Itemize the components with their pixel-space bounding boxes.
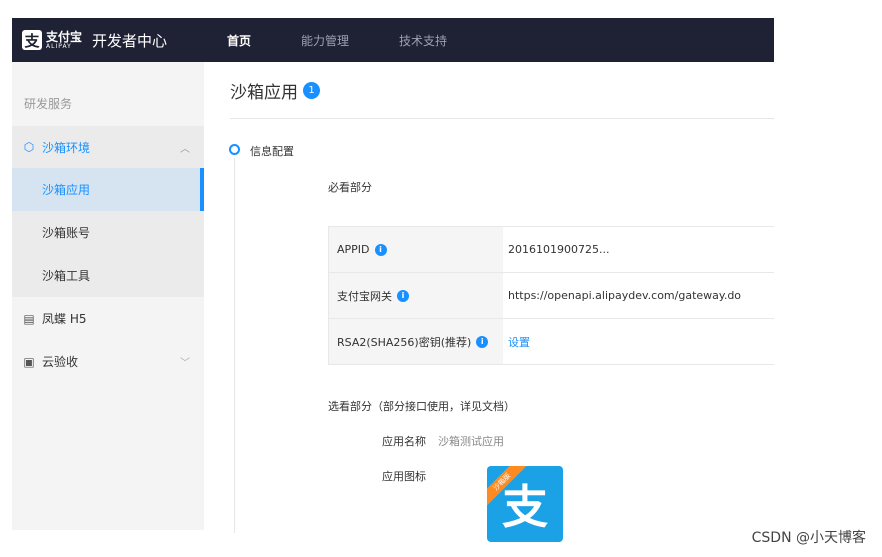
- app-icon-field: 应用图标: [356, 468, 426, 484]
- logo-brand: 支付宝 ALIPAY: [46, 31, 82, 50]
- gateway-value: https://openapi.alipaydev.com/gateway.do: [508, 289, 742, 302]
- nav-item-home[interactable]: 首页: [202, 18, 276, 62]
- step-label: 信息配置: [250, 145, 294, 158]
- main-content: 沙箱应用 1 信息配置 必看部分 APPID i 2016101900725..…: [204, 62, 774, 552]
- layout-icon: ▤: [23, 311, 35, 326]
- sidebar-item-sandbox-account[interactable]: 沙箱账号: [12, 211, 204, 254]
- info-icon[interactable]: i: [397, 289, 409, 302]
- info-key: RSA2(SHA256)密钥(推荐) i: [328, 319, 503, 364]
- page-title: 沙箱应用 1: [230, 78, 320, 103]
- main-nav: 首页 能力管理 技术支持: [202, 18, 472, 62]
- alipay-logo-icon: 支: [22, 30, 42, 50]
- sidebar-item-label: 云验收: [42, 355, 79, 369]
- info-icon[interactable]: i: [374, 243, 387, 256]
- sidebar-group-sandbox[interactable]: ⬡ 沙箱环境 ︿: [12, 126, 204, 168]
- title-divider: [230, 118, 774, 119]
- alipay-app-icon: 支 沙箱版: [487, 466, 563, 542]
- info-badge[interactable]: 1: [303, 82, 320, 99]
- appid-value: 2016101900725...: [508, 243, 610, 256]
- table-row: 支付宝网关 i https://openapi.alipaydev.com/ga…: [328, 273, 774, 319]
- set-key-link[interactable]: 设置: [503, 319, 774, 364]
- timeline-dot-icon: [229, 144, 240, 155]
- info-icon[interactable]: i: [476, 335, 489, 348]
- logo-brand-en: ALIPAY: [46, 42, 72, 50]
- page-title-text: 沙箱应用: [230, 83, 298, 103]
- optional-section-title: 选看部分（部分接口使用，详见文档）: [328, 400, 515, 413]
- info-key: APPID i: [328, 227, 503, 272]
- sidebar: 研发服务 ⬡ 沙箱环境 ︿ 沙箱应用 沙箱账号 沙箱工具 ▤ 凤蝶 H5 ▣ 云…: [12, 62, 204, 530]
- logo[interactable]: 支 支付宝 ALIPAY 开发者中心: [12, 30, 202, 51]
- sidebar-item-label: 凤蝶 H5: [42, 312, 87, 326]
- table-row: APPID i 2016101900725...: [328, 227, 774, 273]
- document-check-icon: ▣: [23, 354, 35, 369]
- sidebar-item-cloud-accept[interactable]: ▣ 云验收 ﹀: [12, 340, 204, 383]
- info-key-label: APPID: [337, 243, 370, 256]
- app-name-value: 沙箱测试应用: [438, 435, 504, 448]
- watermark: CSDN @小天博客: [751, 530, 866, 546]
- sidebar-item-fengdie[interactable]: ▤ 凤蝶 H5: [12, 297, 204, 340]
- table-row: RSA2(SHA256)密钥(推荐) i 设置: [328, 319, 774, 365]
- nav-item-capability[interactable]: 能力管理: [276, 18, 374, 62]
- timeline-line: [234, 158, 235, 533]
- logo-brand-cn: 支付宝: [46, 29, 83, 44]
- app-title: 开发者中心: [92, 31, 168, 50]
- info-table: APPID i 2016101900725... 支付宝网关 i https:/…: [328, 226, 774, 365]
- nav-item-support[interactable]: 技术支持: [374, 18, 472, 62]
- cube-icon: ⬡: [23, 140, 35, 154]
- sidebar-item-sandbox-tools[interactable]: 沙箱工具: [12, 254, 204, 297]
- app-name-field: 应用名称 沙箱测试应用: [356, 433, 504, 449]
- chevron-up-icon: ︿: [180, 143, 190, 155]
- info-key: 支付宝网关 i: [328, 273, 503, 318]
- sidebar-group-label: 沙箱环境: [42, 140, 91, 155]
- required-section-title: 必看部分: [328, 181, 372, 194]
- app-icon-label: 应用图标: [382, 470, 426, 483]
- app-name-label: 应用名称: [382, 435, 426, 448]
- info-key-label: RSA2(SHA256)密钥(推荐): [337, 335, 472, 349]
- chevron-down-icon: ﹀: [180, 358, 190, 369]
- info-key-label: 支付宝网关: [337, 289, 392, 303]
- sidebar-section-label: 研发服务: [24, 97, 73, 111]
- top-navbar: 支 支付宝 ALIPAY 开发者中心 首页 能力管理 技术支持: [12, 18, 774, 62]
- sidebar-item-sandbox-app[interactable]: 沙箱应用: [12, 168, 204, 211]
